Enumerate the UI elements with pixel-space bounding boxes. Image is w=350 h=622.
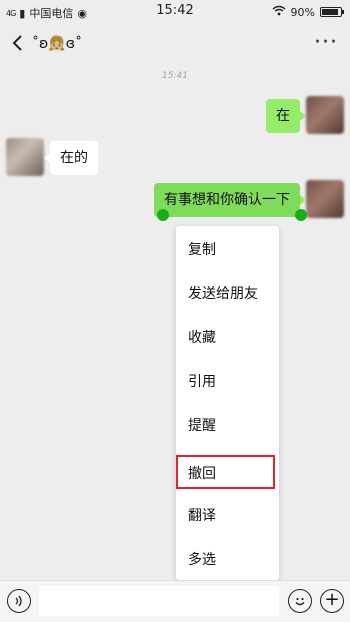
menu-item-label: 撤回 bbox=[188, 466, 216, 482]
message-text: 在的 bbox=[60, 150, 88, 166]
selection-handle-end[interactable] bbox=[295, 209, 307, 221]
menu-item-forward[interactable]: 发送给朋友 bbox=[176, 272, 279, 316]
menu-item-multiselect[interactable]: 多选 bbox=[176, 538, 279, 582]
menu-item-recall[interactable]: 撤回 bbox=[176, 452, 279, 496]
battery-icon bbox=[320, 7, 344, 17]
menu-item-label: 多选 bbox=[188, 552, 216, 568]
menu-item-label: 复制 bbox=[188, 242, 216, 258]
menu-item-label: 翻译 bbox=[188, 508, 216, 524]
chevron-left-icon bbox=[12, 35, 22, 51]
status-right: 90% bbox=[272, 5, 344, 19]
menu-item-label: 提醒 bbox=[188, 418, 216, 434]
message-bubble-selected[interactable]: 有事想和你确认一下 bbox=[154, 183, 306, 217]
context-menu: 复制 发送给朋友 收藏 引用 提醒 撤回 翻译 多选 bbox=[176, 226, 279, 580]
more-dots-icon: ··· bbox=[314, 30, 338, 55]
emoji-button[interactable] bbox=[288, 589, 312, 613]
selection-handle-start[interactable] bbox=[157, 209, 169, 221]
plus-button[interactable]: + bbox=[320, 589, 344, 613]
message-input[interactable] bbox=[39, 586, 279, 616]
menu-item-label: 收藏 bbox=[188, 330, 216, 346]
menu-item-copy[interactable]: 复制 bbox=[176, 228, 279, 272]
chat-title: ˚ʚ👧🏼ɞ˚ bbox=[32, 36, 83, 52]
message-bubble-mine[interactable]: 在 bbox=[266, 99, 306, 133]
message-text: 有事想和你确认一下 bbox=[164, 192, 290, 208]
voice-icon bbox=[15, 595, 22, 607]
menu-item-label: 引用 bbox=[188, 374, 216, 390]
contact-avatar[interactable] bbox=[6, 138, 44, 176]
plus-icon: + bbox=[324, 589, 340, 610]
menu-item-quote[interactable]: 引用 bbox=[176, 360, 279, 404]
menu-item-label: 发送给朋友 bbox=[188, 286, 258, 302]
my-avatar[interactable] bbox=[306, 180, 344, 218]
input-bar: + bbox=[0, 580, 350, 622]
chat-timestamp: 15:41 bbox=[162, 71, 188, 81]
wifi-icon bbox=[272, 5, 286, 19]
emoji-icon bbox=[295, 597, 305, 606]
voice-button[interactable] bbox=[7, 589, 31, 613]
menu-item-favorite[interactable]: 收藏 bbox=[176, 316, 279, 360]
status-bar: 4G ▮ 中国电信 ◉ 15:42 90% bbox=[0, 0, 350, 24]
menu-item-translate[interactable]: 翻译 bbox=[176, 494, 279, 538]
battery-percent: 90% bbox=[290, 5, 315, 19]
my-avatar[interactable] bbox=[306, 96, 344, 134]
message-text: 在 bbox=[276, 108, 290, 124]
back-button[interactable] bbox=[10, 33, 30, 55]
chat-header: ˚ʚ👧🏼ɞ˚ ··· bbox=[0, 24, 350, 66]
more-button[interactable]: ··· bbox=[314, 30, 338, 55]
message-bubble-contact[interactable]: 在的 bbox=[44, 141, 98, 175]
menu-item-remind[interactable]: 提醒 bbox=[176, 404, 279, 448]
